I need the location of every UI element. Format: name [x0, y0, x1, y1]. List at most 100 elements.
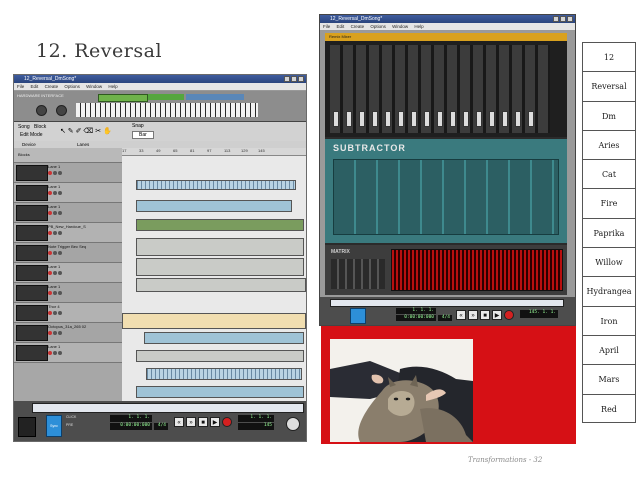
loop-start-display[interactable]: 1. 1. 1.	[238, 415, 274, 422]
menu-edit[interactable]: Edit	[337, 24, 345, 29]
menu-help[interactable]: Help	[414, 24, 423, 29]
arrangement-area[interactable]: 17 33 49 65 81 97 113 129 145	[122, 148, 306, 441]
song-overview-strip[interactable]	[330, 299, 564, 307]
clip[interactable]	[136, 350, 304, 362]
record-icon[interactable]	[48, 351, 52, 355]
fader-icon[interactable]	[346, 111, 352, 127]
tool-icons[interactable]: ↖ ✎ ✐ ⌫ ✂ ✋	[60, 127, 112, 135]
maximize-icon[interactable]	[560, 16, 566, 22]
matrix-pattern-screen[interactable]	[391, 249, 563, 291]
record-icon[interactable]	[48, 331, 52, 335]
solo-icon[interactable]	[58, 331, 62, 335]
device-thumbnail[interactable]	[16, 165, 48, 181]
clip[interactable]	[136, 278, 306, 292]
clip[interactable]	[136, 386, 304, 398]
menu-file[interactable]: File	[323, 24, 330, 29]
subtractor-device[interactable]: SUBTRACTOR	[325, 139, 567, 243]
matrix-device[interactable]: MATRIX	[325, 245, 567, 295]
record-icon[interactable]	[48, 171, 52, 175]
record-icon[interactable]	[48, 191, 52, 195]
device-thumbnail[interactable]	[16, 265, 48, 281]
fast-forward-button[interactable]: »	[186, 417, 196, 427]
fader-icon[interactable]	[372, 111, 378, 127]
mute-icon[interactable]	[53, 171, 57, 175]
track-buttons[interactable]	[48, 331, 63, 336]
device-thumbnail[interactable]	[16, 225, 48, 241]
fader-icon[interactable]	[463, 111, 469, 127]
fader-icon[interactable]	[398, 111, 404, 127]
menu-options[interactable]: Options	[64, 84, 80, 89]
menu-window[interactable]: Window	[392, 24, 408, 29]
rewind-button[interactable]: «	[456, 310, 466, 320]
track-row[interactable]: PB_New_Hardcue_S	[14, 223, 122, 243]
stop-button[interactable]: ■	[198, 417, 208, 427]
menu-create[interactable]: Create	[351, 24, 365, 29]
record-icon[interactable]	[48, 291, 52, 295]
clip[interactable]	[136, 219, 304, 231]
play-button[interactable]: ▶	[492, 310, 502, 320]
solo-icon[interactable]	[58, 211, 62, 215]
block-mode-button[interactable]: Block	[34, 124, 46, 130]
clip[interactable]	[122, 313, 306, 329]
track-row[interactable]: Lane 1	[14, 343, 122, 363]
track-buttons[interactable]	[48, 351, 63, 356]
solo-icon[interactable]	[58, 251, 62, 255]
subtractor-controls[interactable]	[333, 159, 559, 235]
fader-icon[interactable]	[450, 111, 456, 127]
solo-icon[interactable]	[58, 191, 62, 195]
record-icon[interactable]	[48, 251, 52, 255]
stop-button[interactable]: ■	[480, 310, 490, 320]
menu-edit[interactable]: Edit	[31, 84, 39, 89]
track-row[interactable]: Lane 1	[14, 203, 122, 223]
fader-icon[interactable]	[424, 111, 430, 127]
track-row[interactable]: Note Trigger Bec Seq	[14, 243, 122, 263]
close-icon[interactable]	[298, 76, 304, 82]
track-row[interactable]: Octopus_31a_265 02	[14, 323, 122, 343]
fast-forward-button[interactable]: »	[468, 310, 478, 320]
device-thumbnail[interactable]	[16, 185, 48, 201]
right-window-titlebar[interactable]: 12_Reversal_DmSong*	[320, 15, 575, 23]
menu-file[interactable]: File	[17, 84, 24, 89]
song-overview-strip[interactable]	[32, 403, 304, 413]
menu-options[interactable]: Options	[370, 24, 386, 29]
song-mode-button[interactable]: Song	[18, 124, 30, 130]
mute-icon[interactable]	[53, 271, 57, 275]
fader-icon[interactable]	[385, 111, 391, 127]
sync-indicator[interactable]: Sync	[46, 415, 62, 437]
fader-icon[interactable]	[528, 111, 534, 127]
fader-icon[interactable]	[437, 111, 443, 127]
tempo-display[interactable]: 145	[238, 423, 274, 430]
mute-icon[interactable]	[53, 311, 57, 315]
fader-icon[interactable]	[502, 111, 508, 127]
menu-window[interactable]: Window	[86, 84, 102, 89]
device-thumbnail[interactable]	[16, 345, 48, 361]
time-display[interactable]: 0:00:00:000	[396, 315, 436, 321]
track-buttons[interactable]	[48, 231, 63, 236]
track-buttons[interactable]	[48, 211, 63, 216]
track-row[interactable]: Thor 4	[14, 303, 122, 323]
mute-icon[interactable]	[53, 211, 57, 215]
fader-icon[interactable]	[333, 111, 339, 127]
device-thumbnail[interactable]	[16, 325, 48, 341]
pre-label[interactable]: PRE	[66, 423, 73, 427]
record-button[interactable]	[222, 417, 232, 427]
solo-icon[interactable]	[58, 311, 62, 315]
click-label[interactable]: CLICK	[66, 415, 76, 419]
mute-icon[interactable]	[53, 231, 57, 235]
fader-icon[interactable]	[476, 111, 482, 127]
record-icon[interactable]	[48, 271, 52, 275]
fader-icon[interactable]	[411, 111, 417, 127]
mixer-device[interactable]: Remix Mixer	[325, 33, 567, 137]
mute-icon[interactable]	[53, 351, 57, 355]
menu-create[interactable]: Create	[45, 84, 59, 89]
knob-icon[interactable]	[36, 105, 47, 116]
track-buttons[interactable]	[48, 311, 63, 316]
position-display[interactable]: 1. 1. 1.	[110, 415, 152, 422]
device-thumbnail[interactable]	[16, 205, 48, 221]
clip[interactable]	[136, 180, 296, 190]
track-buttons[interactable]	[48, 271, 63, 276]
clip[interactable]	[136, 258, 304, 276]
track-buttons[interactable]	[48, 291, 63, 296]
keyboard-strip[interactable]	[76, 103, 258, 117]
record-icon[interactable]	[48, 311, 52, 315]
